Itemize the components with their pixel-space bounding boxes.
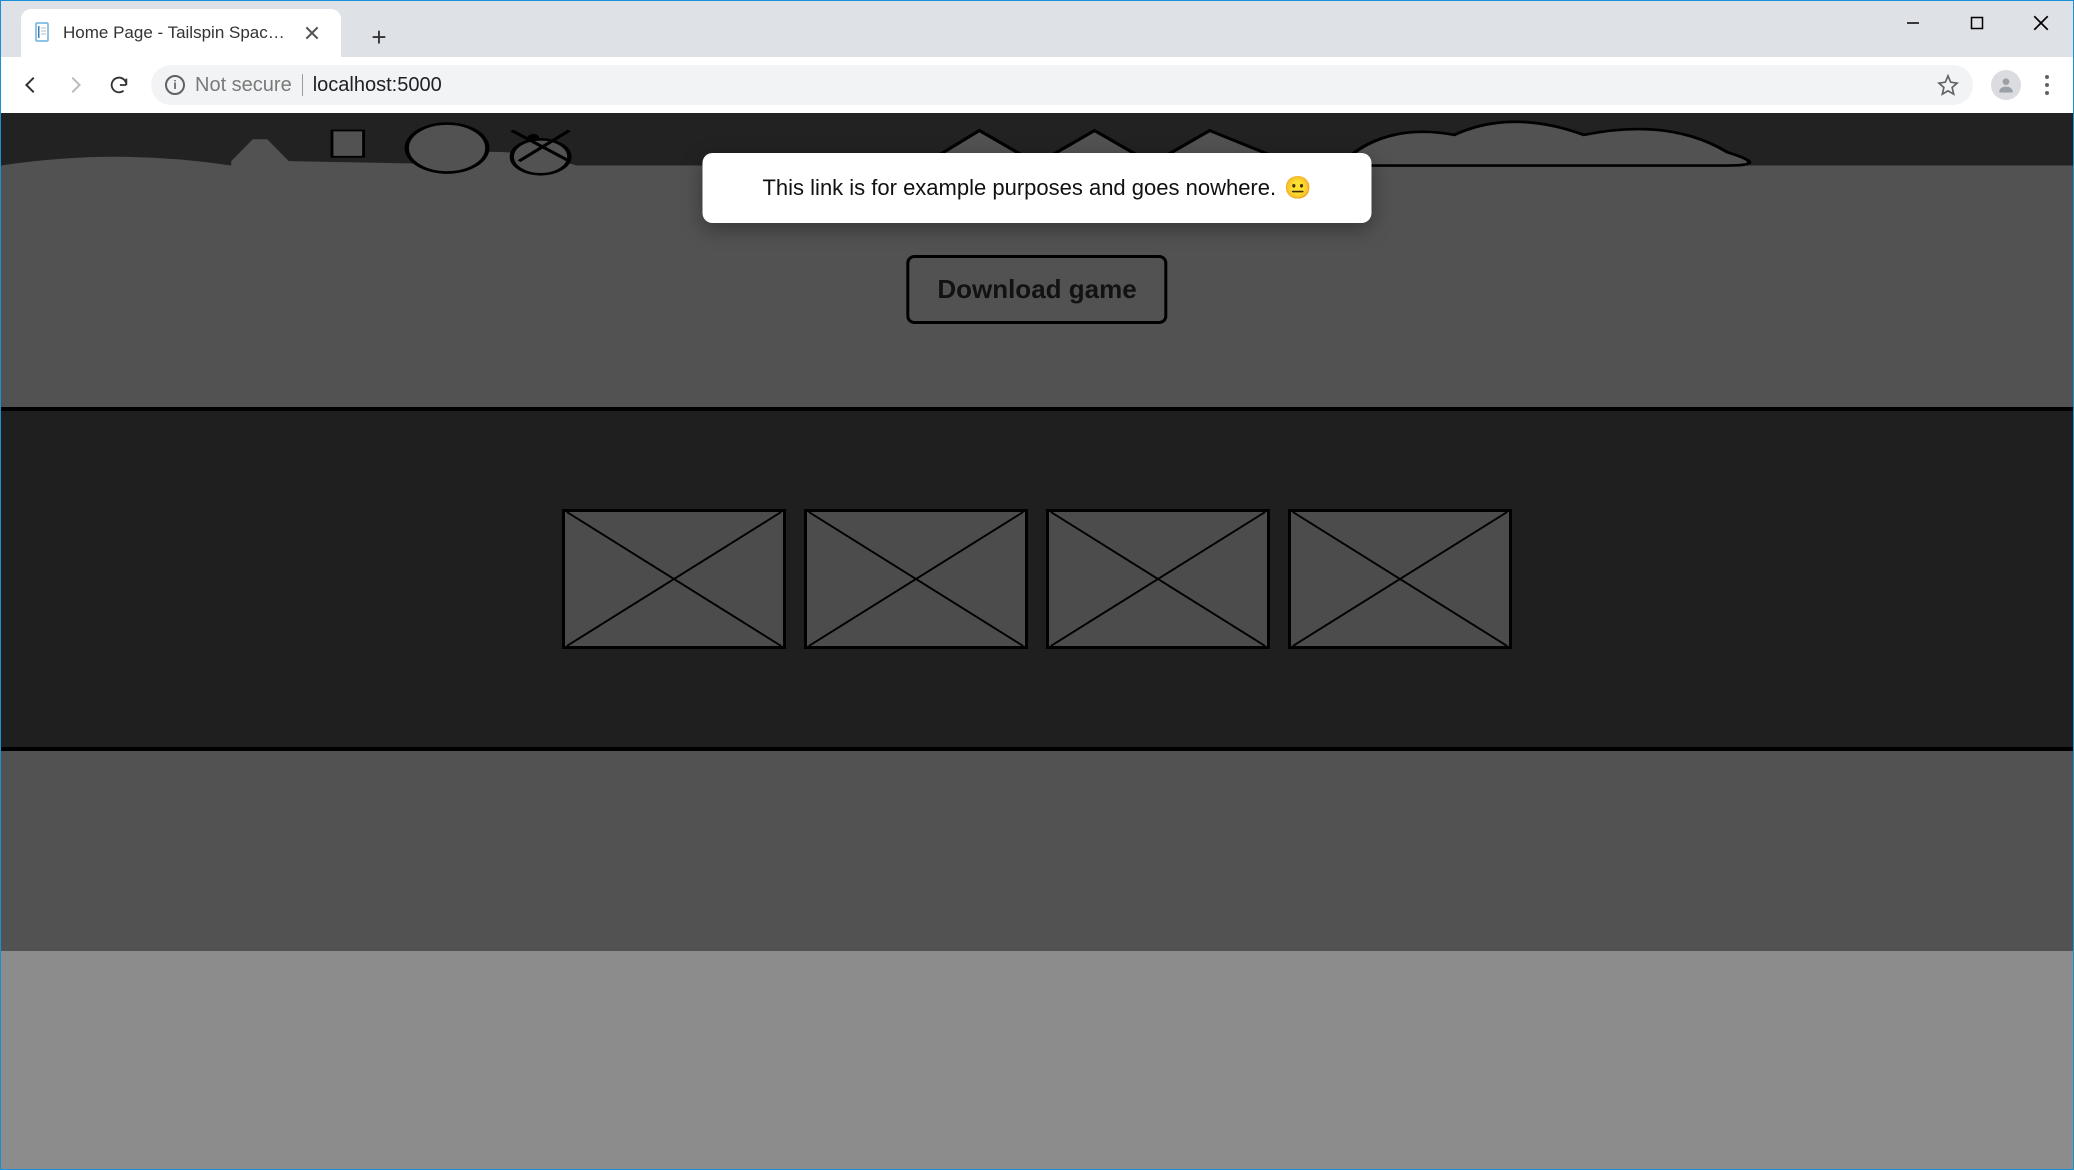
url-text: localhost:5000 bbox=[313, 74, 1927, 97]
window-maximize-button[interactable] bbox=[1945, 1, 2009, 45]
info-icon: i bbox=[165, 75, 185, 95]
divider bbox=[302, 74, 303, 96]
browser-toolbar: i Not secure localhost:5000 bbox=[1, 57, 2073, 113]
back-button[interactable] bbox=[11, 65, 51, 105]
neutral-face-emoji: 😐 bbox=[1284, 175, 1311, 201]
page-viewport: Download game This link is for example p… bbox=[1, 113, 2073, 1169]
site-favicon bbox=[33, 22, 53, 44]
browser-chrome: Home Page - Tailspin SpaceGame + bbox=[1, 1, 2073, 113]
browser-menu-button[interactable] bbox=[2031, 69, 2063, 101]
reload-button[interactable] bbox=[99, 65, 139, 105]
window-controls bbox=[1881, 1, 2073, 57]
profile-button[interactable] bbox=[1991, 70, 2021, 100]
window-close-button[interactable] bbox=[2009, 1, 2073, 45]
window-minimize-button[interactable] bbox=[1881, 1, 1945, 45]
tab-close-button[interactable] bbox=[303, 24, 321, 42]
address-bar[interactable]: i Not secure localhost:5000 bbox=[151, 65, 1973, 105]
toast-notification: This link is for example purposes and go… bbox=[702, 153, 1371, 223]
toast-text: This link is for example purposes and go… bbox=[762, 175, 1276, 201]
tab-strip: Home Page - Tailspin SpaceGame + bbox=[1, 1, 2073, 57]
browser-tab[interactable]: Home Page - Tailspin SpaceGame bbox=[21, 9, 341, 57]
page-content: Download game This link is for example p… bbox=[1, 113, 2073, 1169]
modal-overlay[interactable] bbox=[1, 113, 2073, 1169]
forward-button[interactable] bbox=[55, 65, 95, 105]
bookmark-button[interactable] bbox=[1937, 74, 1959, 96]
security-status: Not secure bbox=[195, 74, 292, 97]
site-info[interactable]: i Not secure bbox=[165, 74, 292, 97]
tab-title: Home Page - Tailspin SpaceGame bbox=[63, 23, 293, 43]
new-tab-button[interactable]: + bbox=[359, 17, 399, 57]
